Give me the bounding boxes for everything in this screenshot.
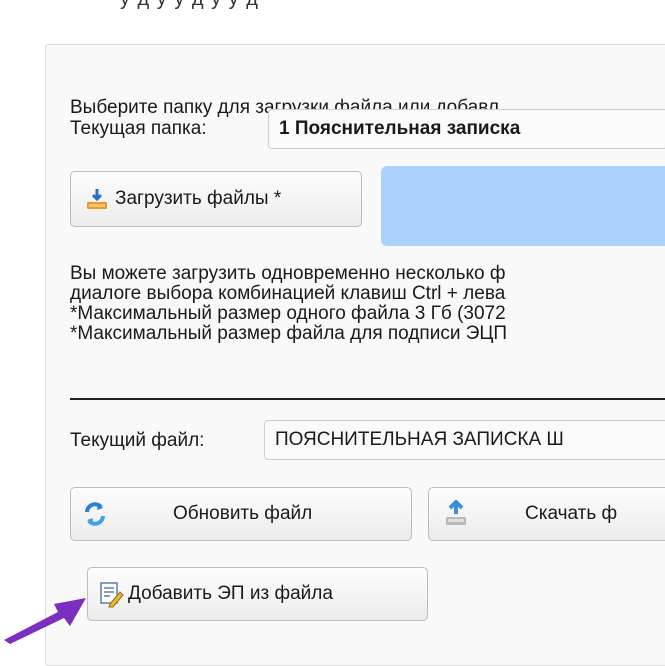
info-line: *Максимальный размер одного файла 3 Гб (… — [70, 303, 506, 324]
upload-tray-icon — [85, 187, 109, 211]
cropped-top-text: у д у у д у у д — [0, 0, 665, 14]
refresh-file-button[interactable]: Обновить файл — [70, 487, 412, 541]
cropped-bottom-text — [80, 628, 665, 644]
add-signature-label: Добавить ЭП из файла — [128, 583, 333, 604]
current-folder-label: Текущая папка: — [70, 118, 207, 139]
download-tray-icon — [443, 500, 469, 528]
section-divider — [70, 398, 665, 400]
file-drop-zone[interactable] — [381, 166, 665, 246]
download-file-label: Скачать ф — [525, 503, 618, 524]
current-folder-field[interactable]: 1 Пояснительная записка — [268, 109, 665, 149]
cropped-top-text-content: у д у у д у у д — [120, 0, 259, 11]
current-file-value: ПОЯСНИТЕЛЬНАЯ ЗАПИСКА Ш — [275, 429, 564, 450]
upload-files-label: Загрузить файлы * — [115, 188, 282, 209]
current-folder-value: 1 Пояснительная записка — [279, 118, 521, 139]
current-file-label: Текущий файл: — [70, 430, 205, 451]
refresh-icon — [81, 500, 109, 528]
document-pen-icon — [98, 580, 124, 608]
download-file-button[interactable]: Скачать ф — [428, 487, 665, 541]
pointer-arrow-annotation — [4, 598, 86, 644]
info-line: *Максимальный размер файла для подписи Э… — [70, 323, 508, 344]
info-line: диалоге выбора комбинацией клавиш Ctrl +… — [70, 283, 506, 304]
info-text-block: Вы можете загрузить одновременно несколь… — [70, 264, 507, 344]
refresh-file-label: Обновить файл — [173, 503, 313, 524]
add-signature-button[interactable]: Добавить ЭП из файла — [87, 567, 428, 621]
current-file-field[interactable]: ПОЯСНИТЕЛЬНАЯ ЗАПИСКА Ш — [264, 420, 665, 460]
upload-files-button[interactable]: Загрузить файлы * — [70, 171, 362, 227]
info-line: Вы можете загрузить одновременно несколь… — [70, 263, 506, 284]
